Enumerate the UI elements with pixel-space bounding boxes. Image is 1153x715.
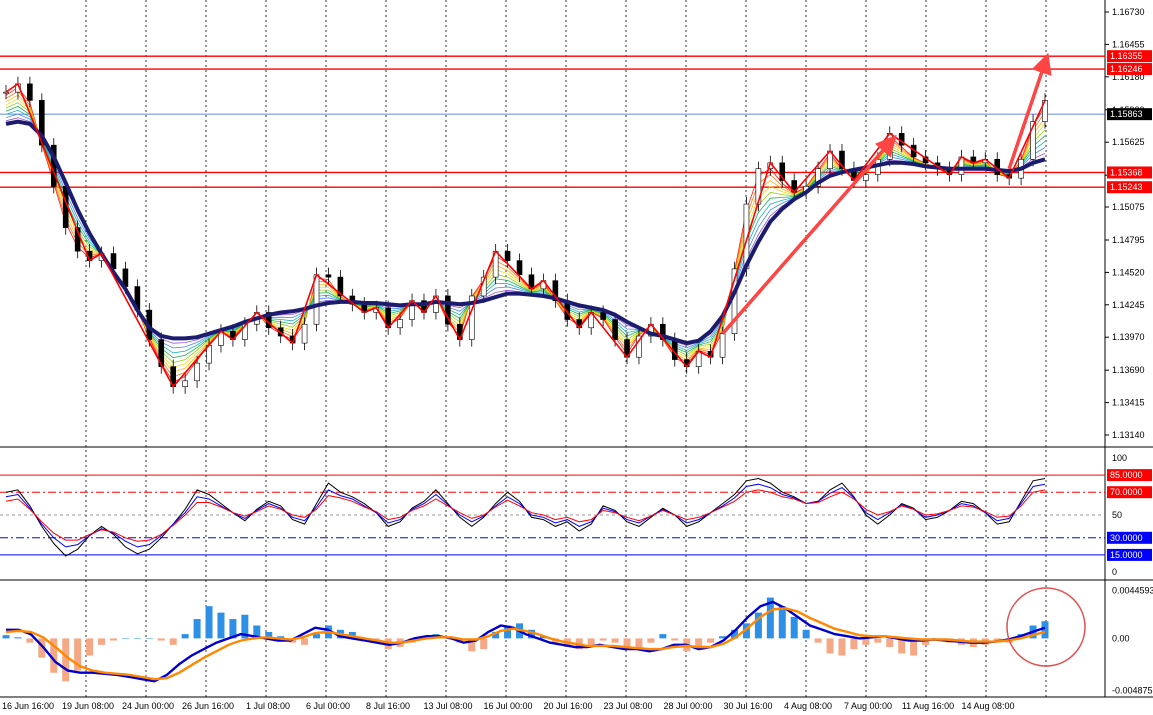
oscillator-tick-label: 100	[1112, 453, 1127, 463]
macd-histogram-bar	[313, 634, 321, 639]
macd-tick-label: 0.00	[1112, 633, 1130, 643]
macd-histogram-bar	[14, 637, 22, 639]
time-label: 23 Jul 08:00	[603, 701, 652, 711]
macd-tick-label: 0.0044593	[1112, 586, 1153, 596]
price-tick-label: 1.16455	[1112, 39, 1145, 49]
oscillator-tick-label: 0	[1112, 567, 1117, 577]
macd-histogram-bar	[850, 638, 858, 650]
macd-histogram-bar	[623, 638, 631, 647]
macd-histogram-bar	[611, 638, 619, 643]
time-label: 7 Aug 00:00	[844, 701, 892, 711]
price-candle[interactable]	[301, 323, 308, 344]
price-tick-label: 1.14520	[1112, 267, 1145, 277]
oscillator-level-badge-text: 85.0000	[1110, 470, 1143, 480]
price-candle[interactable]	[182, 380, 188, 387]
price-candle[interactable]	[612, 319, 618, 340]
price-candle[interactable]	[516, 260, 523, 276]
trading-chart[interactable]: 16 Jun 16:00 19 Jun 08:00 24 Jun 00:00 26 J…	[0, 0, 1153, 715]
oscillator-tick-label: 50	[1112, 510, 1122, 520]
macd-histogram-bar	[193, 619, 201, 639]
time-label: 30 Jul 16:00	[723, 701, 772, 711]
macd-histogram-bar	[707, 638, 715, 643]
time-label: 11 Aug 16:00	[902, 701, 954, 711]
price-tick-label: 1.15625	[1112, 137, 1145, 147]
price-tick-label: 1.14245	[1112, 300, 1145, 310]
macd-histogram-bar	[838, 638, 846, 656]
macd-histogram-bar	[2, 635, 10, 639]
macd-histogram-bar	[1041, 621, 1049, 639]
price-level-badge-text: 1.15863	[1110, 109, 1143, 119]
time-label: 16 Jul 00:00	[483, 701, 532, 711]
macd-histogram-bar	[599, 638, 607, 641]
price-candle[interactable]	[600, 312, 606, 320]
macd-histogram-bar	[826, 638, 834, 654]
time-label: 14 Aug 08:00	[961, 701, 1014, 711]
oscillator-level-badge-text: 15.0000	[1110, 550, 1143, 560]
price-candle[interactable]	[719, 333, 726, 358]
price-candle[interactable]	[194, 362, 200, 382]
price-level-badge-text: 1.15243	[1110, 182, 1143, 192]
macd-histogram-bar	[121, 638, 129, 639]
macd-histogram-bar	[778, 606, 786, 639]
macd-histogram-bar	[802, 629, 810, 639]
macd-histogram-bar	[862, 638, 870, 645]
time-label: 4 Aug 08:00	[784, 701, 832, 711]
time-label: 28 Jul 00:00	[663, 701, 712, 711]
price-candle[interactable]	[397, 319, 403, 329]
price-tick-label: 1.16730	[1112, 7, 1145, 17]
price-tick-label: 1.14795	[1112, 235, 1145, 245]
price-candle[interactable]	[325, 274, 332, 278]
macd-histogram-bar	[647, 638, 655, 643]
macd-histogram-bar	[98, 638, 106, 645]
price-tick-label: 1.13415	[1112, 398, 1145, 408]
price-tick-label: 1.13970	[1112, 332, 1145, 342]
price-level-badge-text: 1.16355	[1110, 51, 1143, 61]
time-label: 16 Jun 16:00	[2, 701, 54, 711]
time-label: 26 Jun 16:00	[182, 701, 234, 711]
time-label: 1 Jul 08:00	[246, 701, 290, 711]
price-level-badge-text: 1.16246	[1110, 64, 1143, 74]
macd-histogram-bar	[145, 638, 153, 639]
macd-histogram-bar	[205, 606, 213, 639]
time-label: 20 Jul 16:00	[543, 701, 592, 711]
macd-histogram-bar	[157, 638, 165, 641]
macd-histogram-bar	[217, 612, 225, 639]
price-candle[interactable]	[3, 91, 9, 94]
macd-histogram-bar	[790, 616, 798, 639]
oscillator-level-badge-text: 70.0000	[1110, 487, 1143, 497]
price-candle[interactable]	[27, 83, 33, 101]
price-level-badge-text: 1.15368	[1110, 167, 1143, 177]
macd-histogram-bar	[814, 638, 822, 643]
macd-histogram-bar	[886, 638, 894, 647]
macd-histogram-bar	[86, 638, 94, 656]
macd-histogram-bar	[480, 638, 488, 650]
macd-histogram-bar	[26, 638, 34, 643]
time-label: 19 Jun 08:00	[62, 701, 114, 711]
macd-histogram-bar	[671, 638, 679, 641]
time-label: 8 Jul 16:00	[366, 701, 410, 711]
oscillator-level-badge-text: 30.0000	[1110, 533, 1143, 543]
macd-histogram-bar	[181, 634, 189, 639]
price-candle[interactable]	[504, 250, 511, 261]
price-candle[interactable]	[755, 168, 762, 205]
time-label: 24 Jun 00:00	[122, 701, 174, 711]
macd-histogram-bar	[874, 638, 882, 643]
macd-histogram-bar	[587, 638, 595, 645]
time-label: 13 Jul 08:00	[423, 701, 472, 711]
macd-histogram-bar	[133, 638, 141, 639]
price-tick-label: 1.13690	[1112, 365, 1145, 375]
macd-histogram-bar	[301, 638, 309, 645]
price-panel	[0, 0, 1105, 447]
macd-histogram-bar	[109, 638, 117, 641]
price-candle[interactable]	[863, 174, 869, 181]
time-label: 6 Jul 00:00	[306, 701, 350, 711]
macd-tick-label: -0.004875	[1112, 686, 1153, 696]
macd-histogram-bar	[169, 638, 177, 645]
price-tick-label: 1.15075	[1112, 202, 1145, 212]
macd-histogram-bar	[62, 638, 70, 682]
price-tick-label: 1.13140	[1112, 430, 1145, 440]
macd-histogram-bar	[659, 634, 667, 639]
